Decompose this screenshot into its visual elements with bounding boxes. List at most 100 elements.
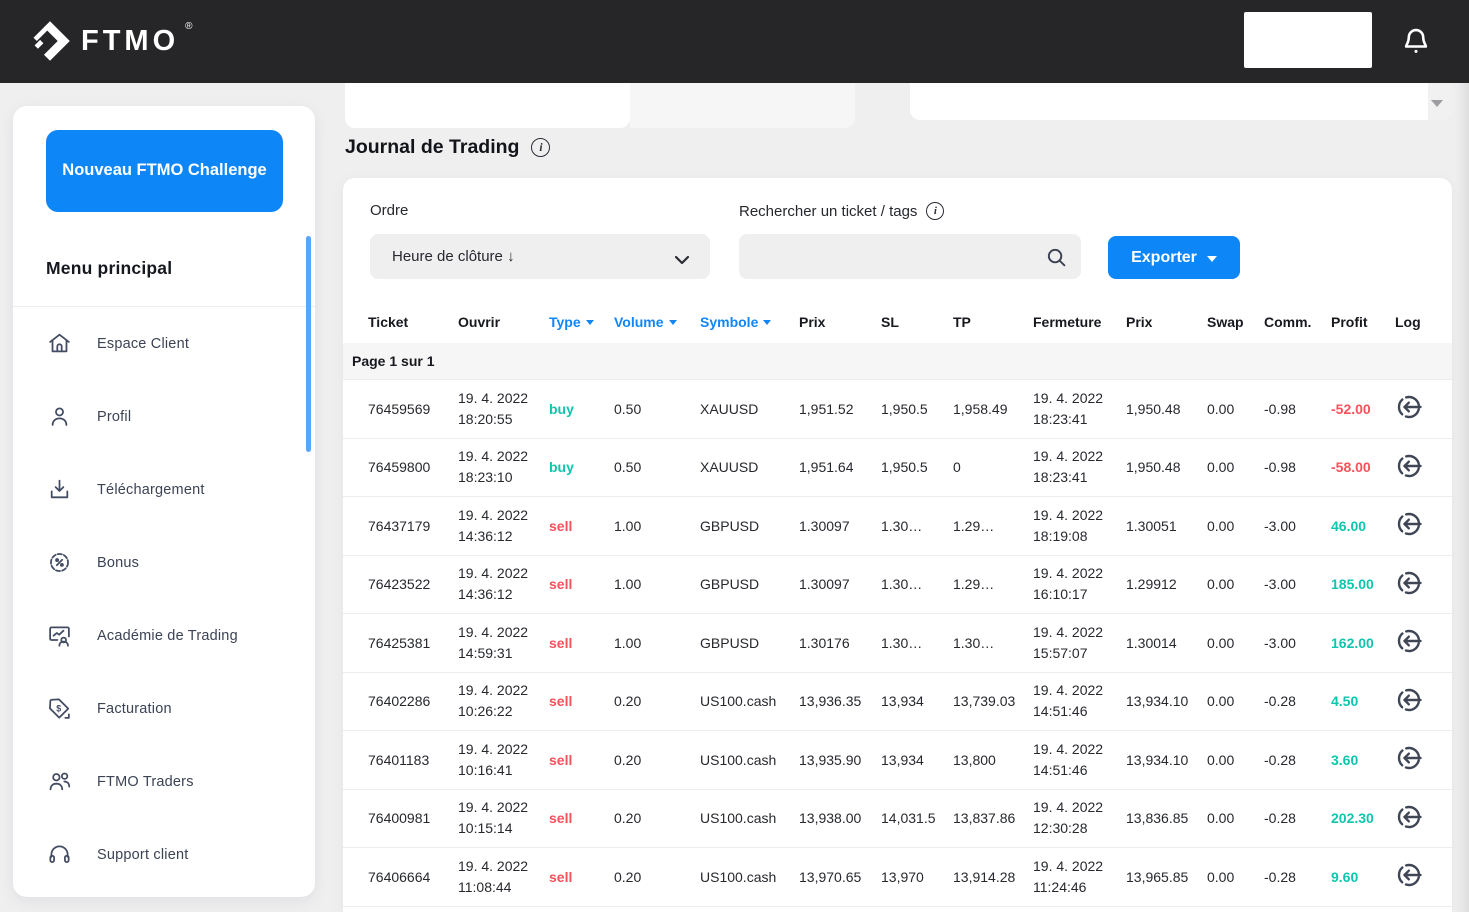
cell-close_price: 1.30014 bbox=[1126, 635, 1207, 651]
cell-ticket: 76400981 bbox=[368, 810, 458, 826]
cell-close_price: 1,950.48 bbox=[1126, 459, 1207, 475]
table-row: 7645980019. 4. 202218:23:10buy0.50XAUUSD… bbox=[343, 439, 1452, 498]
cell-close_price: 13,836.85 bbox=[1126, 810, 1207, 826]
truncated-panel-right bbox=[910, 83, 1428, 120]
log-icon[interactable] bbox=[1395, 509, 1425, 539]
cell-comm: -0.98 bbox=[1264, 401, 1331, 417]
cell-close: 19. 4. 202216:10:17 bbox=[1033, 563, 1126, 605]
registered-mark: ® bbox=[185, 21, 192, 32]
log-icon[interactable] bbox=[1395, 802, 1425, 832]
cell-price: 1,951.52 bbox=[799, 401, 881, 417]
cell-symbol: US100.cash bbox=[700, 869, 799, 885]
search-label: Rechercher un ticket / tags i bbox=[739, 202, 944, 220]
sidebar-item-facturation[interactable]: $Facturation bbox=[13, 672, 315, 745]
cell-close: 19. 4. 202218:23:41 bbox=[1033, 388, 1126, 430]
cell-type: sell bbox=[549, 810, 614, 826]
cell-comm: -0.28 bbox=[1264, 869, 1331, 885]
cell-ticket: 76459800 bbox=[368, 459, 458, 475]
order-select-value: Heure de clôture ↓ bbox=[392, 248, 515, 265]
sort-caret-icon bbox=[763, 320, 771, 325]
log-icon[interactable] bbox=[1395, 568, 1425, 598]
cell-sl: 1.30… bbox=[881, 518, 953, 534]
cell-log bbox=[1395, 392, 1437, 425]
download-icon bbox=[46, 476, 73, 503]
column-header-volume[interactable]: Volume bbox=[614, 314, 700, 330]
cell-tp: 1.29… bbox=[953, 576, 1033, 592]
cell-swap: 0.00 bbox=[1207, 693, 1264, 709]
cell-price: 1,951.64 bbox=[799, 459, 881, 475]
people-icon bbox=[46, 768, 73, 795]
cell-comm: -0.28 bbox=[1264, 693, 1331, 709]
cell-volume: 1.00 bbox=[614, 635, 700, 651]
header-account-button[interactable] bbox=[1244, 12, 1372, 68]
order-select[interactable]: Heure de clôture ↓ bbox=[370, 234, 710, 279]
trading-journal-card: Ordre Heure de clôture ↓ Rechercher un t… bbox=[343, 178, 1452, 912]
sidebar-item-label: Académie de Trading bbox=[97, 628, 238, 644]
cell-price: 1.30176 bbox=[799, 635, 881, 651]
log-icon[interactable] bbox=[1395, 685, 1425, 715]
cell-open: 19. 4. 202214:36:12 bbox=[458, 563, 549, 605]
cell-open: 19. 4. 202218:23:10 bbox=[458, 446, 549, 488]
cell-close: 19. 4. 202215:57:07 bbox=[1033, 622, 1126, 664]
cell-swap: 0.00 bbox=[1207, 635, 1264, 651]
cell-comm: -0.28 bbox=[1264, 810, 1331, 826]
log-icon[interactable] bbox=[1395, 451, 1425, 481]
menu-title: Menu principal bbox=[46, 258, 172, 279]
table-row: 7640118319. 4. 202210:16:41sell0.20US100… bbox=[343, 731, 1452, 790]
cell-volume: 0.20 bbox=[614, 869, 700, 885]
column-header-symbol[interactable]: Symbole bbox=[700, 314, 799, 330]
new-challenge-button[interactable]: Nouveau FTMO Challenge bbox=[46, 130, 283, 212]
sidebar-item-bonus[interactable]: Bonus bbox=[13, 526, 315, 599]
cell-log bbox=[1395, 743, 1437, 776]
cell-profit: 202.30 bbox=[1331, 810, 1395, 826]
search-input[interactable] bbox=[739, 234, 1081, 279]
sidebar-item-academie-de-trading[interactable]: Académie de Trading bbox=[13, 599, 315, 672]
cell-type: buy bbox=[549, 459, 614, 475]
column-header-sl: SL bbox=[881, 314, 953, 330]
column-header-type[interactable]: Type bbox=[549, 314, 614, 330]
cell-comm: -0.98 bbox=[1264, 459, 1331, 475]
column-header-price: Prix bbox=[799, 314, 881, 330]
search-info-icon[interactable]: i bbox=[926, 202, 944, 220]
cell-sl: 13,934 bbox=[881, 693, 953, 709]
sidebar-item-espace-client[interactable]: Espace Client bbox=[13, 307, 315, 380]
log-icon[interactable] bbox=[1395, 743, 1425, 773]
notification-bell-icon[interactable] bbox=[1400, 25, 1432, 59]
headset-icon bbox=[46, 841, 73, 868]
column-header-profit: Profit bbox=[1331, 314, 1395, 330]
cell-type: sell bbox=[549, 752, 614, 768]
cell-profit: 162.00 bbox=[1331, 635, 1395, 651]
sidebar-item-telechargement[interactable]: Téléchargement bbox=[13, 453, 315, 526]
log-icon[interactable] bbox=[1395, 860, 1425, 890]
log-icon[interactable] bbox=[1395, 392, 1425, 422]
cell-ticket: 76401183 bbox=[368, 752, 458, 768]
sidebar-scrollbar-thumb[interactable] bbox=[306, 236, 311, 452]
export-button[interactable]: Exporter bbox=[1108, 236, 1240, 279]
cell-close_price: 1.30051 bbox=[1126, 518, 1207, 534]
cell-price: 1.30097 bbox=[799, 518, 881, 534]
column-header-close: Fermeture bbox=[1033, 314, 1126, 330]
cell-tp: 13,800 bbox=[953, 752, 1033, 768]
cell-symbol: US100.cash bbox=[700, 752, 799, 768]
sidebar-item-profil[interactable]: Profil bbox=[13, 380, 315, 453]
column-header-log: Log bbox=[1395, 314, 1437, 330]
cell-price: 1.30097 bbox=[799, 576, 881, 592]
sidebar-item-ftmo-traders[interactable]: FTMO Traders bbox=[13, 745, 315, 818]
cell-swap: 0.00 bbox=[1207, 576, 1264, 592]
order-filter-label: Ordre bbox=[370, 202, 408, 219]
cell-close: 19. 4. 202212:30:28 bbox=[1033, 797, 1126, 839]
cell-open: 19. 4. 202210:26:22 bbox=[458, 680, 549, 722]
truncated-select-end[interactable] bbox=[1428, 83, 1452, 120]
cell-tp: 13,837.86 bbox=[953, 810, 1033, 826]
search-icon[interactable] bbox=[1043, 244, 1069, 270]
table-header-row: TicketOuvrirTypeVolumeSymbolePrixSLTPFer… bbox=[343, 300, 1452, 343]
table-row: 7640666419. 4. 202211:08:44sell0.20US100… bbox=[343, 848, 1452, 907]
cell-type: sell bbox=[549, 518, 614, 534]
cell-volume: 0.20 bbox=[614, 752, 700, 768]
academy-icon bbox=[46, 622, 73, 649]
cell-swap: 0.00 bbox=[1207, 810, 1264, 826]
log-icon[interactable] bbox=[1395, 626, 1425, 656]
sidebar-item-support-client[interactable]: Support client bbox=[13, 818, 315, 891]
cell-symbol: US100.cash bbox=[700, 810, 799, 826]
info-icon[interactable]: i bbox=[531, 138, 550, 157]
